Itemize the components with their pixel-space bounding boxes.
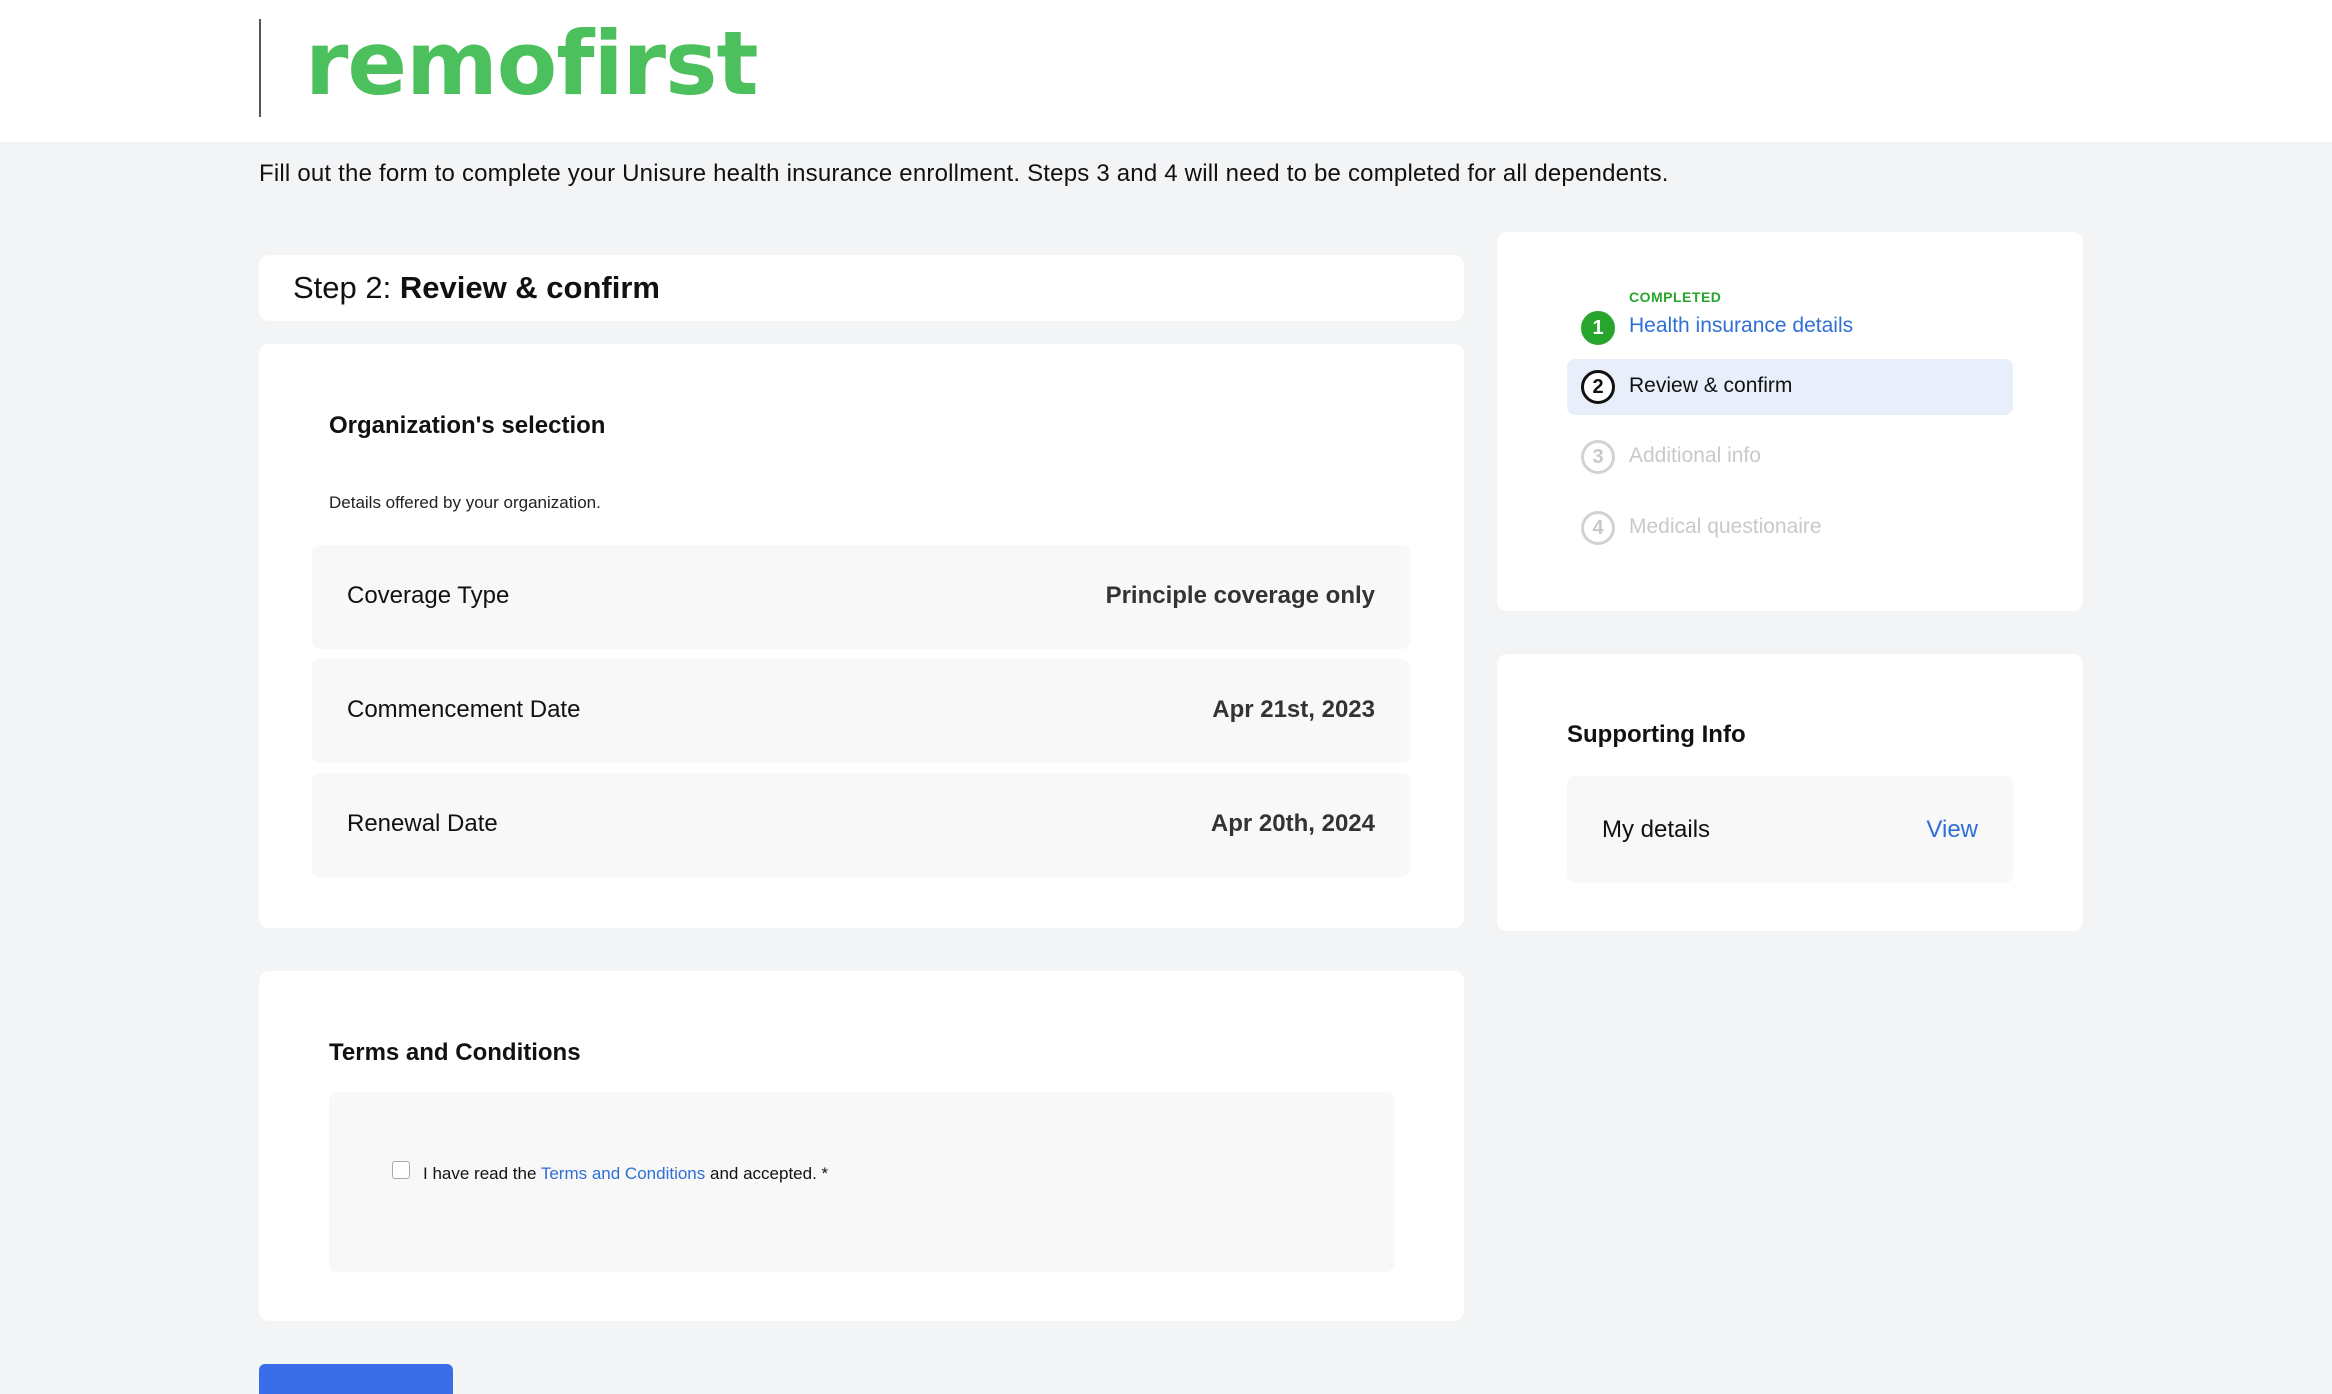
completed-tag: COMPLETED: [1629, 289, 1722, 305]
terms-accept-text: I have read the Terms and Conditions and…: [423, 1164, 828, 1184]
detail-value: Principle coverage only: [1105, 582, 1375, 609]
detail-label: Renewal Date: [347, 810, 498, 837]
organization-selection-title: Organization's selection: [329, 412, 606, 439]
step-prefix: Step 2:: [293, 270, 400, 305]
detail-row-commencement-date: Commencement Date Apr 21st, 2023: [312, 659, 1410, 763]
step-3-icon: 3: [1581, 440, 1615, 474]
detail-value: Apr 21st, 2023: [1212, 696, 1375, 723]
supporting-info-title: Supporting Info: [1567, 721, 1746, 748]
my-details-row: My details View: [1567, 776, 2013, 883]
detail-value: Apr 20th, 2024: [1210, 810, 1375, 837]
my-details-label: My details: [1602, 816, 1711, 843]
step-item-health-insurance-details[interactable]: COMPLETED 1 Health insurance details: [1567, 289, 2013, 347]
step-item-review-confirm[interactable]: 2 Review & confirm: [1567, 359, 2013, 415]
detail-row-renewal-date: Renewal Date Apr 20th, 2024: [312, 773, 1410, 877]
supporting-info-card: Supporting Info My details View: [1497, 654, 2083, 931]
step-title: Step 2: Review & confirm: [293, 270, 660, 306]
top-bar: remofirst: [0, 0, 2332, 142]
step-4-icon: 4: [1581, 511, 1615, 545]
remofirst-logo[interactable]: remofirst: [305, 14, 759, 114]
step-name: Review & confirm: [399, 270, 660, 305]
intro-text: Fill out the form to complete your Unisu…: [259, 160, 1669, 187]
detail-row-coverage-type: Coverage Type Principle coverage only: [312, 545, 1410, 649]
terms-text-before: I have read the: [423, 1164, 541, 1183]
detail-label: Coverage Type: [347, 582, 510, 609]
detail-label: Commencement Date: [347, 696, 581, 723]
terms-card: Terms and Conditions I have read the Ter…: [259, 971, 1464, 1321]
step-header-card: Step 2: Review & confirm: [259, 255, 1464, 321]
step-2-icon: 2: [1581, 370, 1615, 404]
header-divider: [259, 19, 261, 117]
terms-checkbox[interactable]: [392, 1161, 410, 1179]
step-label: Review & confirm: [1629, 374, 1793, 397]
step-label: Health insurance details: [1629, 314, 1854, 337]
terms-link[interactable]: Terms and Conditions: [541, 1164, 705, 1183]
terms-text-after: and accepted. *: [705, 1164, 829, 1183]
step-label: Additional info: [1629, 444, 1761, 467]
step-item-medical-questionaire[interactable]: 4 Medical questionaire: [1567, 500, 2013, 556]
step-1-icon: 1: [1581, 311, 1615, 345]
terms-title: Terms and Conditions: [329, 1039, 581, 1066]
organization-selection-description: Details offered by your organization.: [329, 493, 601, 512]
terms-box: I have read the Terms and Conditions and…: [329, 1092, 1394, 1272]
view-details-link[interactable]: View: [1926, 816, 1978, 844]
steps-progress-card: COMPLETED 1 Health insurance details 2 R…: [1497, 232, 2083, 611]
submit-button[interactable]: [259, 1364, 453, 1394]
step-item-additional-info[interactable]: 3 Additional info: [1567, 429, 2013, 485]
organization-selection-card: Organization's selection Details offered…: [259, 344, 1464, 928]
step-label: Medical questionaire: [1629, 515, 1822, 538]
